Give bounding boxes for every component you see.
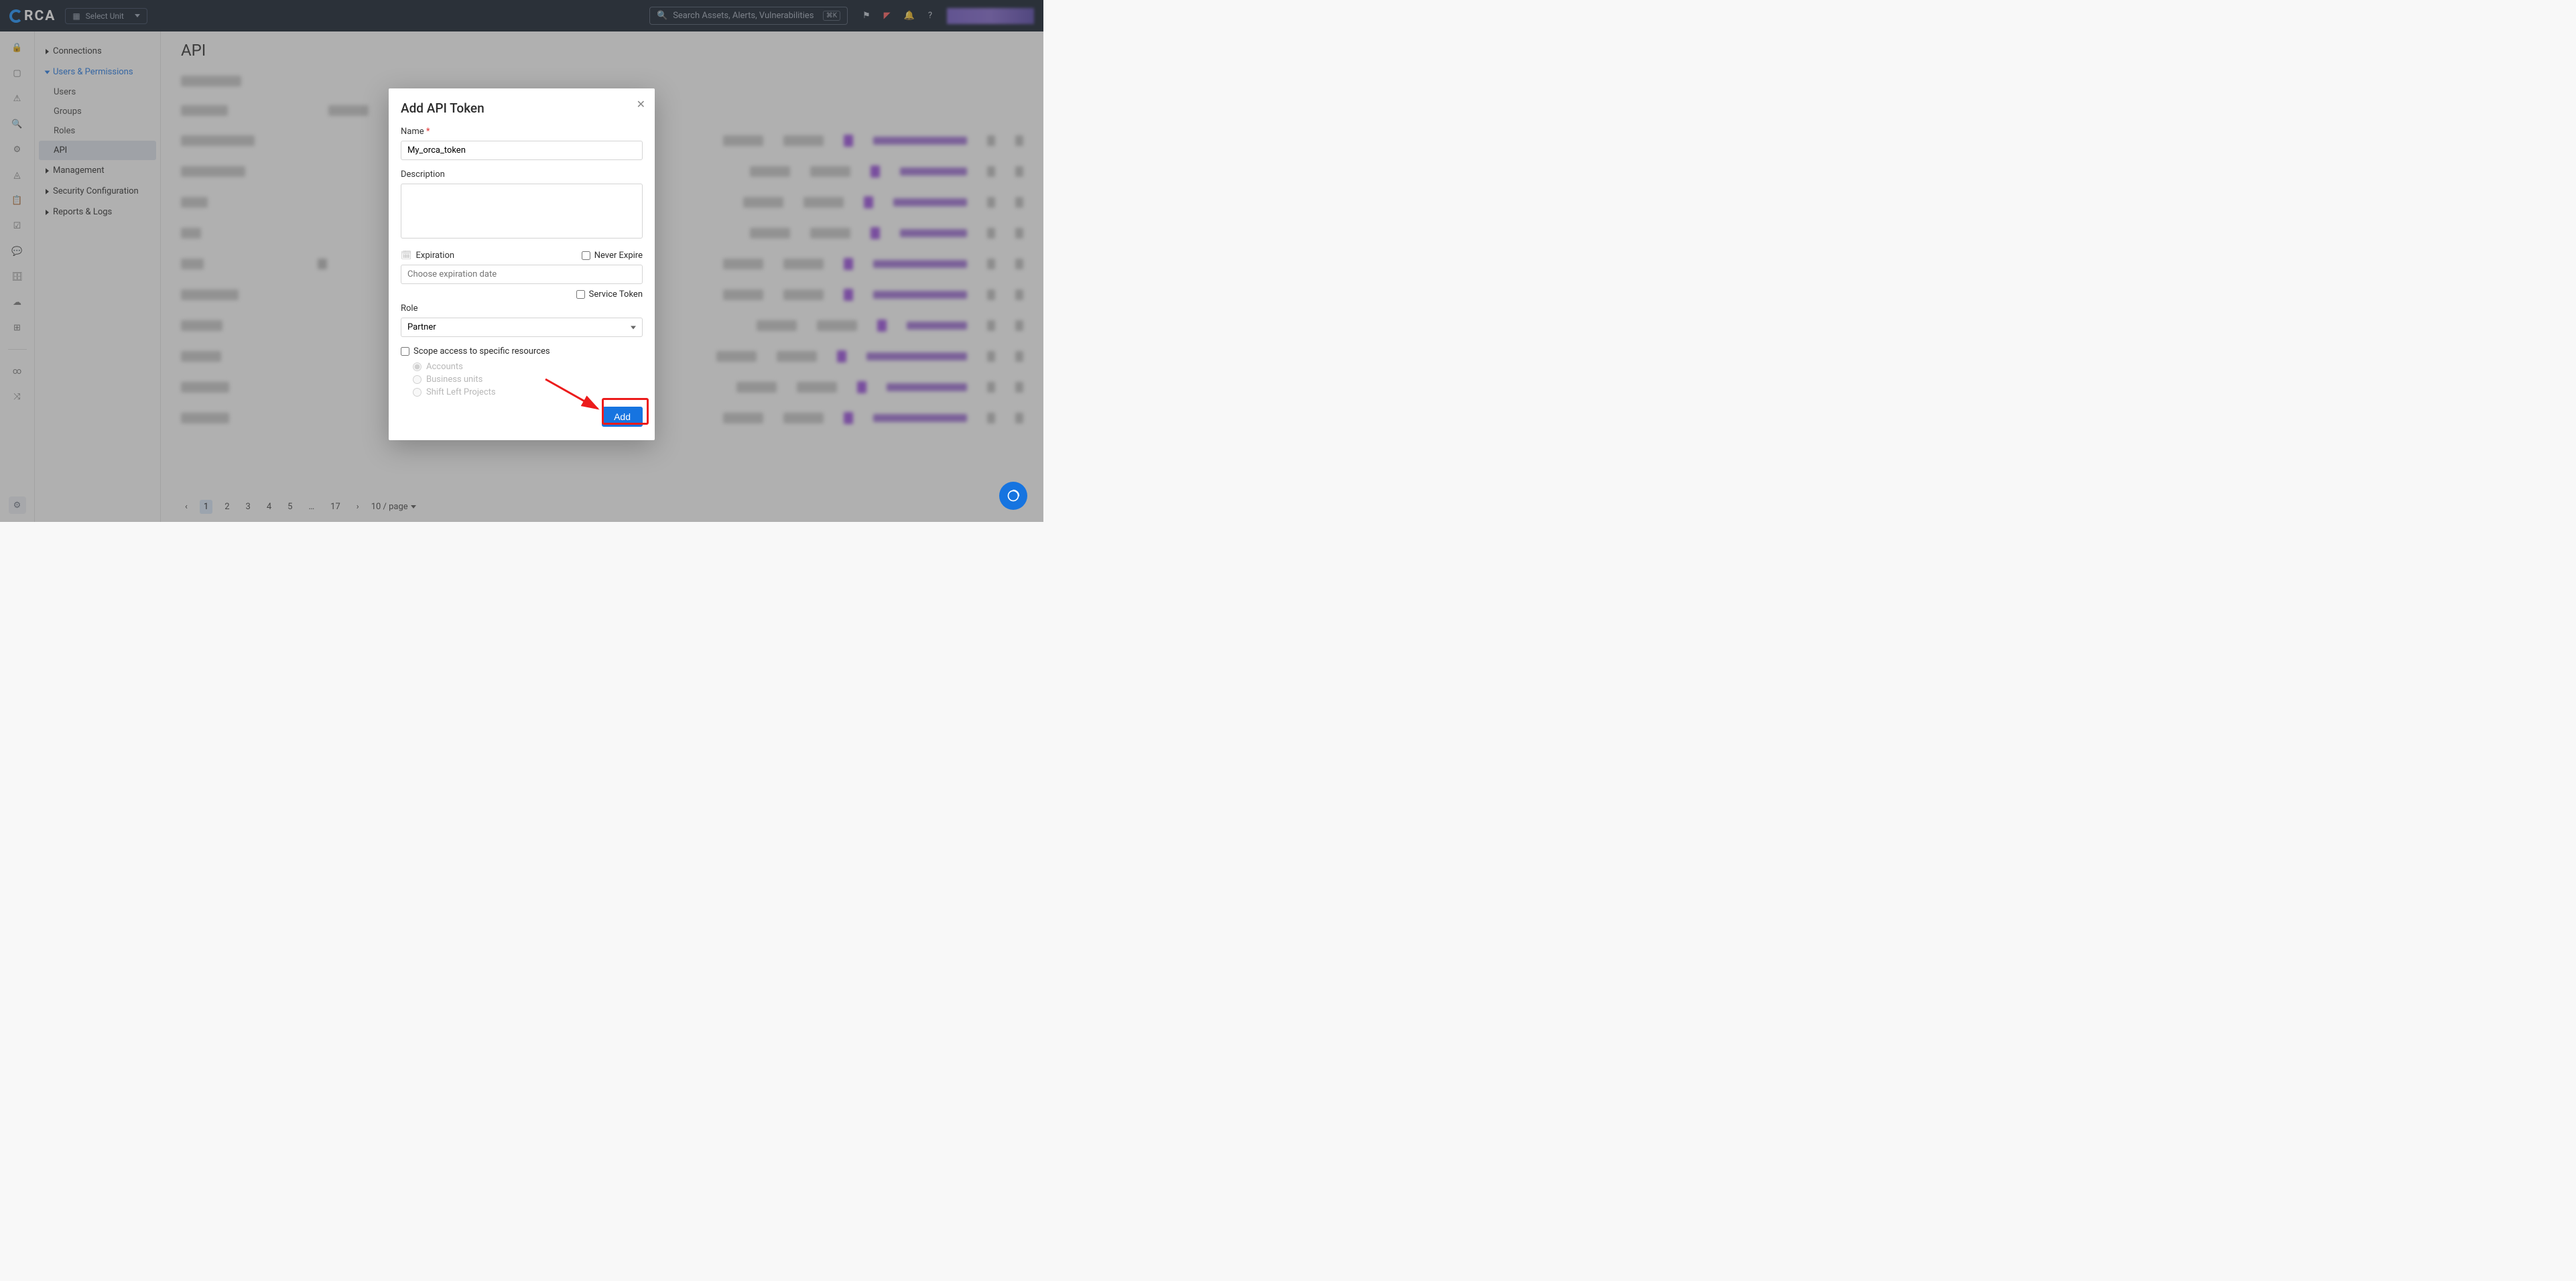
expiration-input[interactable]: [401, 265, 643, 284]
scope-business-units-radio: [413, 375, 422, 384]
calendar-icon: 🗓: [401, 251, 412, 261]
never-expire-label: Never Expire: [594, 251, 643, 261]
service-token-label: Service Token: [589, 289, 643, 299]
scope-checkbox[interactable]: [401, 347, 409, 356]
description-input[interactable]: [401, 184, 643, 239]
role-label: Role: [401, 304, 643, 314]
name-label: Name *: [401, 127, 643, 137]
scope-accounts-radio: [413, 362, 422, 371]
annotation-arrow-icon: [543, 377, 610, 417]
description-label: Description: [401, 170, 643, 180]
service-token-checkbox[interactable]: [576, 290, 585, 299]
role-select[interactable]: [401, 318, 643, 337]
expiration-label: Expiration: [416, 251, 455, 261]
add-api-token-modal: Add API Token ✕ Name * Description 🗓 Expi…: [389, 88, 655, 440]
never-expire-checkbox[interactable]: [582, 251, 590, 260]
name-input[interactable]: [401, 141, 643, 160]
scope-shift-left-radio: [413, 388, 422, 397]
scope-label: Scope access to specific resources: [413, 346, 550, 356]
help-fab[interactable]: [999, 482, 1027, 510]
modal-title: Add API Token: [401, 100, 643, 116]
close-icon[interactable]: ✕: [637, 98, 645, 111]
